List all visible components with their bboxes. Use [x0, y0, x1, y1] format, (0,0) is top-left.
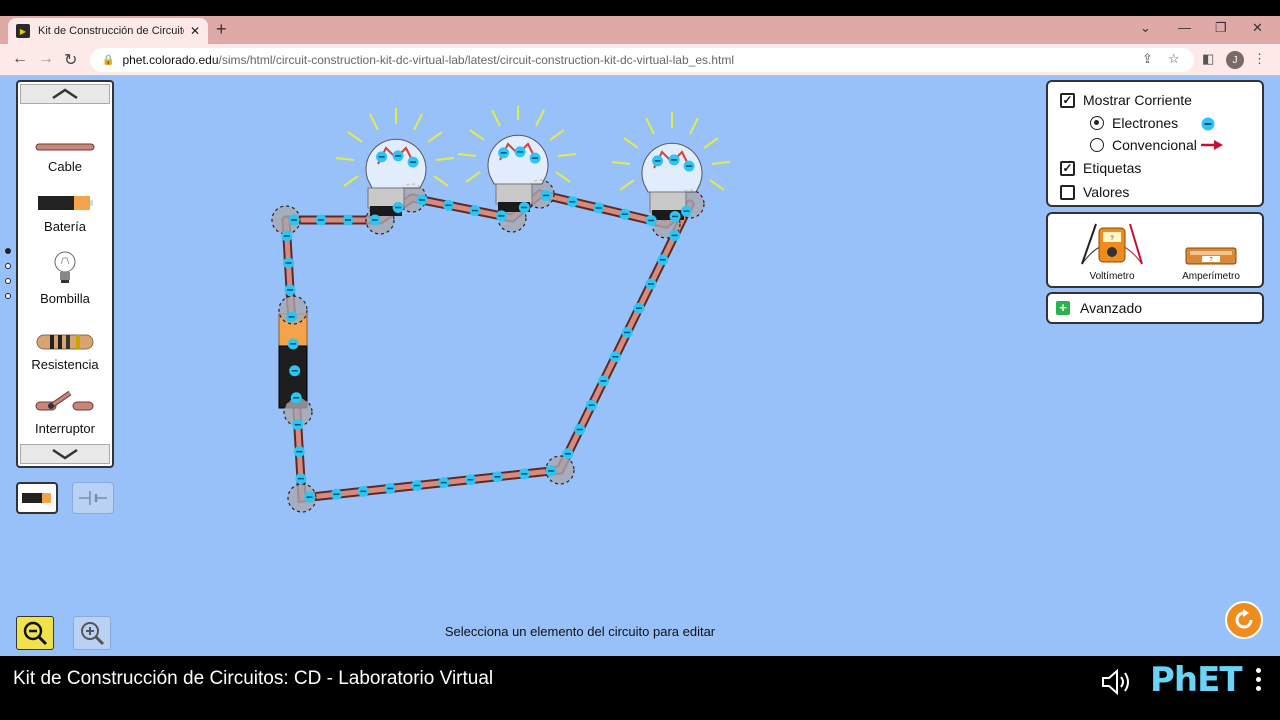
ammeter-readout: ? — [1210, 257, 1213, 263]
top-black-bar — [0, 0, 1280, 16]
phet-menu-icon[interactable] — [1256, 668, 1262, 695]
toolbox-item-label: Bombilla — [40, 291, 90, 306]
toolbox-item-bulb[interactable]: Bombilla — [18, 250, 112, 306]
electrons-radio[interactable]: Electrones — [1090, 115, 1178, 131]
schematic-battery-icon — [79, 491, 107, 505]
battery-icon — [38, 196, 93, 210]
close-window-button[interactable]: ✕ — [1252, 20, 1263, 36]
new-tab-button[interactable]: + — [216, 19, 227, 40]
url-field[interactable]: 🔒 phet.colorado.edu /sims/html/circuit-c… — [90, 48, 1194, 72]
phet-logo[interactable]: PhET — [1150, 660, 1243, 700]
voltmeter-icon: ? — [1081, 223, 1143, 265]
conventional-radio[interactable]: Convencional — [1090, 137, 1197, 153]
toolbox-item-label: Cable — [48, 159, 82, 174]
sidepanel-icon[interactable]: ◧ — [1202, 51, 1214, 67]
phet-favicon-icon: ▶ — [16, 24, 30, 38]
electron-icon — [1201, 117, 1215, 131]
labels-label: Etiquetas — [1083, 160, 1142, 176]
ammeter-icon: ? — [1185, 247, 1237, 265]
page-dot[interactable] — [5, 263, 11, 269]
checkbox-unchecked-icon — [1060, 184, 1075, 200]
toolbox-item-label: Resistencia — [31, 357, 99, 372]
page-dot[interactable] — [5, 248, 11, 254]
radio-unselected-icon — [1090, 138, 1104, 152]
reset-all-button[interactable] — [1225, 601, 1263, 639]
checkbox-checked-icon: ✓ — [1060, 92, 1075, 108]
ammeter-tool[interactable]: ? Amperímetro — [1176, 220, 1246, 282]
back-button[interactable]: ← — [12, 50, 28, 68]
zoom-out-button[interactable] — [16, 616, 54, 650]
voltmeter-label: Voltímetro — [1089, 271, 1135, 282]
maximize-button[interactable]: ❐ — [1215, 20, 1227, 36]
values-label: Valores — [1083, 184, 1130, 200]
profile-avatar[interactable]: J — [1226, 51, 1244, 69]
phet-navigation-bar: Kit de Construcción de Circuitos: CD - L… — [0, 656, 1280, 720]
chevron-up-icon — [52, 88, 78, 100]
bulb-icon — [54, 251, 76, 283]
advanced-accordion[interactable]: + Avanzado — [1046, 292, 1264, 324]
toolbox-item-label: Interruptor — [35, 421, 95, 436]
conventional-label: Convencional — [1112, 137, 1197, 153]
radio-selected-icon — [1090, 116, 1104, 130]
forward-button[interactable]: → — [38, 50, 54, 68]
component-toolbox: Cable Batería Bombilla Resistencia Inter… — [16, 80, 114, 468]
tab-close-icon[interactable]: ✕ — [190, 24, 200, 38]
current-display-panel: ✓ Mostrar Corriente Electrones Convencio… — [1046, 80, 1264, 207]
carousel-down-button[interactable] — [20, 444, 110, 464]
toolbox-item-resistor[interactable]: Resistencia — [18, 334, 112, 372]
vertices[interactable] — [271, 179, 705, 513]
bookmark-star-icon[interactable]: ☆ — [1168, 51, 1180, 67]
ammeter-label: Amperímetro — [1182, 271, 1240, 282]
switch-icon — [35, 390, 94, 411]
bulb-3[interactable] — [611, 112, 731, 220]
toolbox-item-battery[interactable]: Batería — [18, 194, 112, 234]
tab-title: Kit de Construcción de Circuitos: — [38, 25, 184, 37]
sound-icon[interactable] — [1100, 668, 1134, 696]
tab-search-icon[interactable]: ⌄ — [1140, 20, 1151, 36]
current-arrow-icon — [1201, 140, 1223, 150]
circuit-canvas[interactable] — [250, 106, 1050, 566]
checkbox-checked-icon: ✓ — [1060, 160, 1075, 176]
resistor-icon — [36, 334, 94, 350]
realistic-view-button[interactable] — [16, 482, 58, 514]
status-message: Selecciona un elemento del circuito para… — [444, 624, 716, 639]
url-path: /sims/html/circuit-construction-kit-dc-v… — [218, 53, 734, 67]
advanced-label: Avanzado — [1080, 300, 1143, 316]
carousel-page-indicator — [5, 248, 11, 308]
labels-checkbox[interactable]: ✓ Etiquetas — [1060, 160, 1141, 176]
reset-icon — [1235, 609, 1253, 629]
zoom-out-icon — [23, 621, 48, 646]
wires[interactable] — [281, 189, 695, 503]
tab-strip: ▶ Kit de Construcción de Circuitos: ✕ + … — [0, 16, 1280, 44]
page-dot[interactable] — [5, 278, 11, 284]
simulation-area[interactable]: Cable Batería Bombilla Resistencia Inter… — [0, 76, 1280, 656]
page-dot[interactable] — [5, 293, 11, 299]
address-bar: ← → ↻ 🔒 phet.colorado.edu /sims/html/cir… — [0, 44, 1280, 76]
toolbox-item-wire[interactable]: Cable — [18, 140, 112, 174]
chevron-down-icon — [52, 448, 78, 460]
show-current-checkbox[interactable]: ✓ Mostrar Corriente — [1060, 92, 1192, 108]
reload-button[interactable]: ↻ — [64, 50, 77, 70]
values-checkbox[interactable]: Valores — [1060, 184, 1129, 200]
chrome-menu-icon[interactable]: ⋮ — [1253, 51, 1266, 67]
electrons-label: Electrones — [1112, 115, 1179, 131]
expand-plus-icon: + — [1056, 301, 1070, 315]
share-icon[interactable]: ⇪ — [1142, 51, 1153, 67]
wire-icon — [35, 143, 95, 151]
url-host: phet.colorado.edu — [122, 53, 219, 67]
battery-icon — [22, 493, 51, 503]
sim-title: Kit de Construcción de Circuitos: CD - L… — [13, 668, 494, 689]
browser-tab[interactable]: ▶ Kit de Construcción de Circuitos: ✕ — [8, 18, 208, 44]
toolbox-item-label: Batería — [44, 219, 86, 234]
zoom-in-button[interactable] — [73, 616, 111, 650]
carousel-up-button[interactable] — [20, 84, 110, 104]
lock-icon: 🔒 — [102, 54, 115, 66]
zoom-in-icon — [81, 622, 105, 646]
voltmeter-tool[interactable]: ? Voltímetro — [1072, 220, 1152, 282]
toolbox-item-switch[interactable]: Interruptor — [18, 390, 112, 436]
show-current-label: Mostrar Corriente — [1083, 92, 1192, 108]
sensor-toolbox: ? Voltímetro ? Amperímetro — [1046, 212, 1264, 288]
minimize-button[interactable]: — — [1178, 20, 1191, 35]
schematic-view-button[interactable] — [72, 482, 114, 514]
